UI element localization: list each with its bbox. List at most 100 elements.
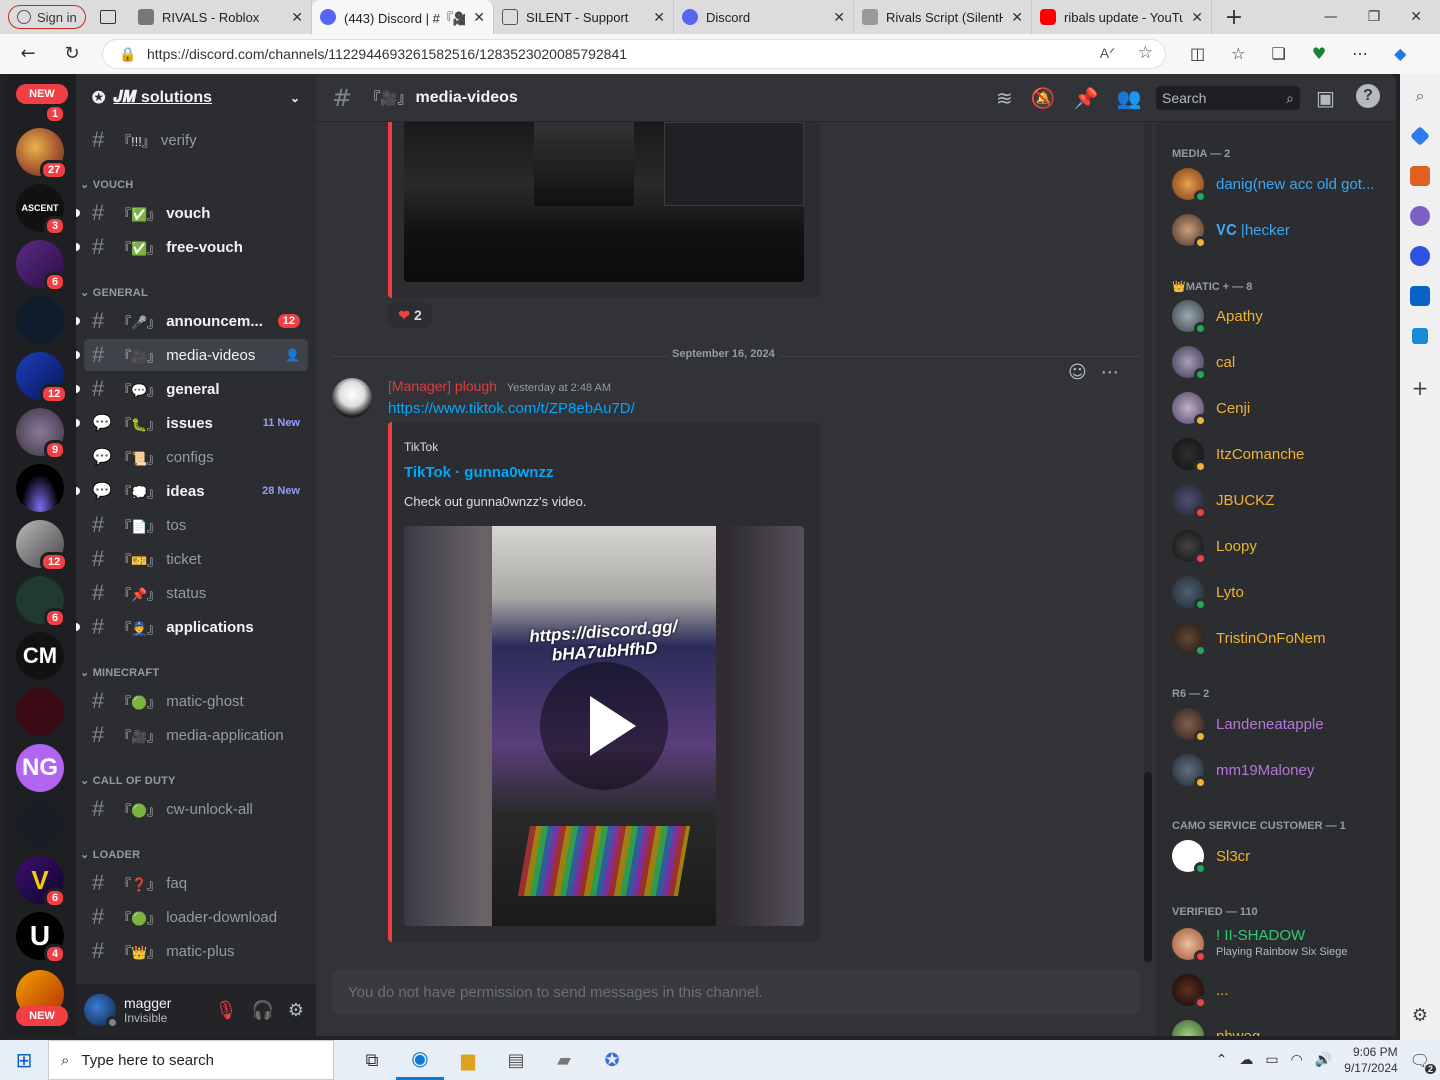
channel-announcements[interactable]: # 『🎤』 announcem... 12	[76, 305, 308, 337]
member-item[interactable]: Cenji	[1172, 388, 1250, 428]
play-button[interactable]	[540, 662, 668, 790]
pin-icon[interactable]: 📌	[1074, 86, 1099, 110]
onedrive-icon[interactable]: ☁	[1239, 1052, 1253, 1068]
message-link[interactable]: https://www.tiktok.com/t/ZP8ebAu7D/	[388, 400, 635, 417]
tab-rivals-roblox[interactable]: RIVALS - Roblox ✕	[130, 0, 312, 34]
windows-start-icon[interactable]: ⊞	[0, 1048, 48, 1072]
tab-actions-icon[interactable]	[100, 10, 116, 24]
server-icon[interactable]	[16, 296, 64, 344]
games-icon[interactable]	[1410, 206, 1430, 226]
drop-icon[interactable]	[1412, 328, 1428, 344]
mute-bell-icon[interactable]: 🔕	[1031, 86, 1056, 110]
channel-faq[interactable]: # 『❓』 faq	[84, 867, 308, 899]
channel-media-application[interactable]: # 『🎥』 media-application	[84, 719, 308, 751]
favorites-icon[interactable]: ☆	[1231, 44, 1245, 63]
favorite-star-icon[interactable]: ☆	[1138, 43, 1153, 63]
restore-icon[interactable]: ❐	[1368, 9, 1381, 25]
clock[interactable]: 9:06 PM 9/17/2024	[1344, 1044, 1397, 1076]
close-tab-icon[interactable]: ✕	[1011, 9, 1023, 26]
minimize-icon[interactable]: —	[1324, 9, 1338, 25]
member-item[interactable]: Apathy	[1172, 296, 1263, 336]
microsoft365-icon[interactable]	[1410, 246, 1430, 266]
channel-configs[interactable]: 💬 『📜』 configs	[84, 441, 308, 473]
close-window-icon[interactable]: ✕	[1410, 9, 1422, 25]
settings-gear-icon[interactable]: ⚙	[288, 1000, 304, 1021]
more-options-icon[interactable]: ⋯	[1101, 362, 1119, 383]
channel-matic-ghost[interactable]: # 『🟢』 matic-ghost	[84, 685, 308, 717]
mic-muted-icon[interactable]: 🎙	[215, 1000, 238, 1021]
channel-loader-download[interactable]: # 『🟢』 loader-download	[84, 901, 308, 933]
member-list-icon[interactable]: 👥	[1117, 86, 1142, 110]
reaction-heart[interactable]: ❤ 2	[388, 302, 432, 328]
category-vouch[interactable]: ⌄ VOUCH	[80, 178, 133, 191]
sidebar-settings-icon[interactable]: ⚙	[1410, 1006, 1430, 1026]
close-tab-icon[interactable]: ✕	[1191, 9, 1203, 26]
add-sidebar-icon[interactable]: +	[1410, 378, 1430, 398]
new-unread-pill[interactable]: NEW	[16, 1006, 68, 1026]
category-call-of-duty[interactable]: ⌄ CALL OF DUTY	[80, 774, 176, 787]
split-screen-icon[interactable]: ◫	[1190, 44, 1205, 63]
file-explorer-icon[interactable]: ▆	[444, 1050, 492, 1071]
app-icon[interactable]: ▰	[540, 1050, 588, 1071]
guild-header[interactable]: ✪ 𝑱𝑴 solutions ⌄	[76, 74, 316, 122]
channel-applications[interactable]: # 『👮』 applications	[76, 611, 308, 643]
refresh-icon[interactable]: ↻	[64, 45, 80, 63]
member-item[interactable]: Sl3cr	[1172, 836, 1250, 876]
server-icon-ng[interactable]: NG	[16, 744, 64, 792]
channel-matic-plus[interactable]: # 『👑』 matic-plus	[84, 935, 308, 967]
channel-general[interactable]: # 『💬』 general	[76, 373, 308, 405]
shopping-tag-icon[interactable]	[1410, 126, 1430, 146]
member-item[interactable]: phweg	[1172, 1016, 1260, 1036]
tab-discord-active[interactable]: (443) Discord | #『🎥』m✕	[312, 0, 494, 34]
server-icon[interactable]	[16, 800, 64, 848]
chat-scrollbar[interactable]	[1144, 122, 1152, 964]
wifi-icon[interactable]: ◠	[1291, 1052, 1303, 1068]
avatar[interactable]	[84, 994, 119, 1029]
member-item[interactable]: mm19Maloney	[1172, 750, 1314, 790]
more-menu-icon[interactable]: ⋯	[1352, 44, 1368, 63]
category-general[interactable]: ⌄ GENERAL	[80, 286, 148, 299]
channel-issues[interactable]: 💬 『🐛』 issues 11 New	[76, 407, 308, 439]
invite-icon[interactable]: 👤	[285, 348, 300, 362]
browser-essentials-icon[interactable]: ♥	[1312, 44, 1326, 63]
task-view-icon[interactable]: ⧉	[348, 1050, 396, 1071]
category-minecraft[interactable]: ⌄ MINECRAFT	[80, 666, 159, 679]
channel-verify[interactable]: # 『!!!』 verify	[84, 124, 308, 156]
member-item[interactable]: Loopy	[1172, 526, 1257, 566]
taskbar-search[interactable]: ⌕ Type here to search	[48, 1040, 334, 1080]
back-icon[interactable]: ←	[20, 45, 36, 63]
channel-media-videos[interactable]: # 『🎥』 media-videos 👤	[76, 339, 308, 371]
help-icon[interactable]: ?	[1356, 84, 1380, 108]
tab-silent-support[interactable]: SILENT - Support ✕	[494, 0, 674, 34]
tab-youtube[interactable]: ribals update - YouTub ✕	[1032, 0, 1212, 34]
show-hidden-icon[interactable]: ⌃	[1216, 1052, 1228, 1068]
edge-taskbar-icon[interactable]: ◉	[396, 1040, 444, 1080]
member-item[interactable]: Lyto	[1172, 572, 1244, 612]
server-icon[interactable]	[16, 688, 64, 736]
tools-icon[interactable]	[1410, 166, 1430, 186]
tab-rivals-script[interactable]: Rivals Script (SilentHub✕	[854, 0, 1032, 34]
threads-icon[interactable]: ≋	[996, 86, 1013, 110]
channel-ideas[interactable]: 💬 『💭』 ideas 28 New	[76, 475, 308, 507]
collections-icon[interactable]: ❏	[1271, 44, 1285, 63]
member-item[interactable]: Landeneatapple	[1172, 704, 1324, 744]
channel-ticket[interactable]: # 『🎫』 ticket	[84, 543, 308, 575]
sidebar-search-icon[interactable]: ⌕	[1410, 86, 1430, 106]
member-item[interactable]: 𝐕𝐂 |hecker	[1172, 210, 1290, 250]
tab-discord[interactable]: Discord ✕	[674, 0, 854, 34]
channel-status[interactable]: # 『📌』 status	[84, 577, 308, 609]
volume-icon[interactable]: 🔊	[1315, 1052, 1332, 1068]
channel-vouch[interactable]: # 『✅』 vouch	[76, 197, 308, 229]
signin-button[interactable]: Sign in	[8, 5, 86, 29]
member-item[interactable]: ! II-SHADOW Playing Rainbow Six Siege	[1172, 922, 1347, 966]
channel-cw-unlock-all[interactable]: # 『🟢』 cw-unlock-all	[84, 793, 308, 825]
category-loader[interactable]: ⌄ LOADER	[80, 848, 140, 861]
member-item[interactable]: JBUCKZ	[1172, 480, 1274, 520]
avatar[interactable]	[332, 378, 372, 418]
headphones-icon[interactable]: 🎧	[251, 1000, 273, 1021]
member-item[interactable]: TristinOnFoNem	[1172, 618, 1325, 658]
embed-previous-image[interactable]	[404, 122, 804, 282]
search-input[interactable]: Search ⌕	[1156, 86, 1300, 110]
server-icon-cm[interactable]: CM	[16, 632, 64, 680]
copilot-icon[interactable]: ◆	[1394, 44, 1406, 63]
